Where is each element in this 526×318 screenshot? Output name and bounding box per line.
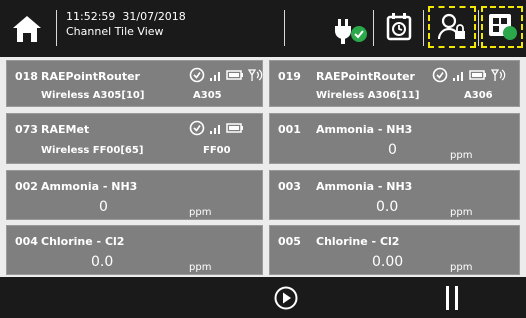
reading-unit: ppm bbox=[189, 207, 212, 218]
tile-name: RAEPointRouter bbox=[316, 70, 415, 83]
tile-name: Chlorine - Cl2 bbox=[41, 235, 125, 248]
tile-subtitle: Wireless FF00[65] bbox=[41, 145, 144, 156]
reading-unit: ppm bbox=[450, 207, 473, 218]
tile-id: 019 bbox=[278, 70, 301, 83]
bottom-bar bbox=[0, 277, 526, 318]
home-icon[interactable] bbox=[11, 14, 43, 44]
next-arrow-icon[interactable] bbox=[274, 286, 298, 310]
tile-003[interactable]: 003 Ammonia - NH3 0.0 ppm bbox=[269, 170, 520, 220]
top-bar: 11:52:59 31/07/2018 Channel Tile View bbox=[0, 0, 526, 52]
tile-id: 005 bbox=[278, 235, 301, 248]
status-icons bbox=[432, 67, 506, 83]
tile-name: Ammonia - NH3 bbox=[41, 180, 138, 193]
user-lock-icon[interactable] bbox=[438, 13, 466, 41]
antenna-icon bbox=[247, 69, 263, 81]
reading-unit: ppm bbox=[189, 262, 212, 273]
tile-id: 018 bbox=[15, 70, 38, 83]
power-plug-icon[interactable] bbox=[330, 13, 370, 45]
signal-bars-icon bbox=[210, 72, 220, 81]
tile-002[interactable]: 002 Ammonia - NH3 0 ppm bbox=[6, 170, 263, 220]
tile-name: Chlorine - Cl2 bbox=[316, 235, 400, 248]
tile-grid-icon[interactable] bbox=[488, 13, 518, 41]
check-circle-icon bbox=[189, 67, 205, 83]
divider bbox=[56, 10, 57, 46]
divider bbox=[478, 10, 479, 46]
tile-id: 003 bbox=[278, 180, 301, 193]
divider bbox=[373, 10, 374, 46]
divider bbox=[423, 10, 424, 46]
tile-id: 073 bbox=[15, 123, 38, 136]
reading-value: 0 bbox=[388, 142, 397, 158]
tile-005[interactable]: 005 Chlorine - Cl2 0.00 ppm bbox=[269, 225, 520, 275]
tile-073[interactable]: 073 RAEMet Wireless FF00[65] FF00 bbox=[6, 113, 263, 164]
tile-018[interactable]: 018 RAEPointRouter Wireless A305[10] A30… bbox=[6, 60, 263, 107]
status-icons bbox=[189, 67, 263, 83]
reading-value: 0.0 bbox=[91, 254, 114, 270]
calendar-clock-icon[interactable] bbox=[386, 12, 412, 42]
tile-name: RAEMet bbox=[41, 123, 90, 136]
battery-icon bbox=[469, 70, 486, 80]
battery-icon bbox=[226, 70, 243, 80]
tile-id: 004 bbox=[15, 235, 38, 248]
tile-id: 002 bbox=[15, 180, 38, 193]
divider bbox=[284, 10, 285, 46]
view-title: Channel Tile View bbox=[66, 25, 164, 38]
signal-bars-icon bbox=[453, 72, 463, 81]
antenna-icon bbox=[490, 69, 506, 81]
reading-unit: ppm bbox=[450, 150, 473, 161]
signal-bars-icon bbox=[210, 125, 220, 134]
tile-004[interactable]: 004 Chlorine - Cl2 0.0 ppm bbox=[6, 225, 263, 275]
reading-unit: ppm bbox=[450, 262, 473, 273]
reading-value: 0 bbox=[99, 199, 108, 215]
tile-code: FF00 bbox=[203, 145, 231, 156]
pause-icon[interactable] bbox=[444, 285, 460, 311]
tile-name: Ammonia - NH3 bbox=[316, 123, 413, 136]
tile-subtitle: Wireless A305[10] bbox=[41, 90, 145, 101]
battery-icon bbox=[226, 123, 243, 133]
tile-code: A305 bbox=[193, 90, 222, 101]
tile-id: 001 bbox=[278, 123, 301, 136]
reading-value: 0.00 bbox=[372, 254, 404, 270]
tile-subtitle: Wireless A306[11] bbox=[316, 90, 420, 101]
tile-name: Ammonia - NH3 bbox=[316, 180, 413, 193]
tile-019[interactable]: 019 RAEPointRouter Wireless A306[11] A30… bbox=[269, 60, 520, 107]
tile-code: A306 bbox=[464, 90, 493, 101]
tile-name: RAEPointRouter bbox=[41, 70, 140, 83]
reading-value: 0.0 bbox=[376, 199, 399, 215]
status-icons bbox=[189, 120, 243, 136]
tile-001[interactable]: 001 Ammonia - NH3 0 ppm bbox=[269, 113, 520, 164]
check-circle-icon bbox=[189, 120, 205, 136]
clock: 11:52:59 31/07/2018 bbox=[66, 10, 186, 23]
check-circle-icon bbox=[432, 67, 448, 83]
